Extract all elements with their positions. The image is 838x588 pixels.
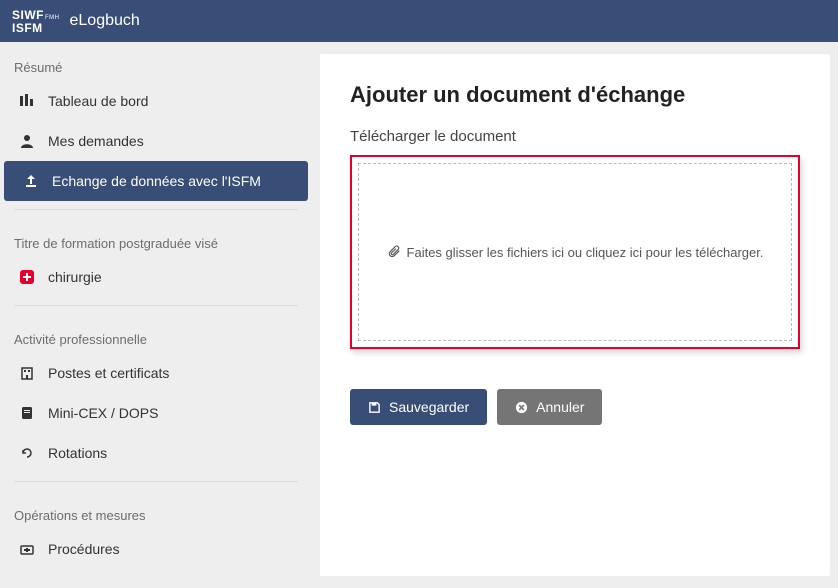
- sidebar-item-data-exchange[interactable]: Echange de données avec l'ISFM: [4, 161, 308, 201]
- logo-subtext: FMH: [45, 15, 60, 21]
- sidebar-item-label: Rotations: [48, 445, 107, 461]
- section-label-activity: Activité professionnelle: [0, 314, 312, 353]
- logo-text-2: ISFM: [12, 23, 60, 33]
- divider: [14, 209, 298, 210]
- sidebar-item-label: Tableau de bord: [48, 93, 148, 109]
- sidebar-item-dashboard[interactable]: Tableau de bord: [0, 81, 312, 121]
- sidebar-item-label: Echange de données avec l'ISFM: [52, 173, 261, 189]
- sidebar-item-procedures[interactable]: Procédures: [0, 529, 312, 569]
- medkit-icon: [18, 542, 36, 556]
- logo-text-1: SIWF: [12, 8, 44, 22]
- cancel-icon: [515, 401, 528, 414]
- section-label-operations: Opérations et mesures: [0, 490, 312, 529]
- app-header: SIWFFMH ISFM eLogbuch: [0, 0, 838, 42]
- sidebar-item-requests[interactable]: Mes demandes: [0, 121, 312, 161]
- main-content: Ajouter un document d'échange Télécharge…: [320, 54, 830, 576]
- building-icon: [18, 366, 36, 380]
- sidebar-item-minicex[interactable]: Mini-CEX / DOPS: [0, 393, 312, 433]
- sidebar-item-surgery[interactable]: chirurgie: [0, 257, 312, 297]
- plus-cross-icon: [18, 270, 36, 284]
- sidebar-item-label: Mini-CEX / DOPS: [48, 405, 158, 421]
- sidebar-item-rotations[interactable]: Rotations: [0, 433, 312, 473]
- paperclip-icon: [387, 244, 401, 261]
- sidebar-item-label: chirurgie: [48, 269, 102, 285]
- sidebar-item-label: Postes et certificats: [48, 365, 169, 381]
- cancel-button-label: Annuler: [536, 399, 584, 415]
- upload-dropzone[interactable]: Faites glisser les fichiers ici ou cliqu…: [358, 163, 792, 341]
- upload-highlight-frame: Faites glisser les fichiers ici ou cliqu…: [350, 155, 800, 349]
- section-label-title: Titre de formation postgraduée visé: [0, 218, 312, 257]
- brand-logo: SIWFFMH ISFM: [12, 10, 60, 33]
- save-button-label: Sauvegarder: [389, 399, 469, 415]
- sidebar-item-posts[interactable]: Postes et certificats: [0, 353, 312, 393]
- sidebar-item-label: Procédures: [48, 541, 120, 557]
- sidebar-item-label: Mes demandes: [48, 133, 144, 149]
- divider: [14, 481, 298, 482]
- user-icon: [18, 134, 36, 148]
- app-title: eLogbuch: [70, 12, 140, 30]
- upload-field-label: Télécharger le document: [350, 128, 800, 145]
- clipboard-icon: [18, 406, 36, 420]
- divider: [14, 305, 298, 306]
- cancel-button[interactable]: Annuler: [497, 389, 602, 425]
- sidebar: Résumé Tableau de bord Mes demandes Echa…: [0, 42, 312, 588]
- button-row: Sauvegarder Annuler: [350, 389, 800, 425]
- upload-hint-text: Faites glisser les fichiers ici ou cliqu…: [407, 245, 764, 260]
- section-label-resume: Résumé: [0, 42, 312, 81]
- rotate-icon: [18, 446, 36, 460]
- save-icon: [368, 401, 381, 414]
- upload-icon: [22, 174, 40, 188]
- dashboard-icon: [18, 94, 36, 108]
- page-title: Ajouter un document d'échange: [350, 82, 800, 108]
- save-button[interactable]: Sauvegarder: [350, 389, 487, 425]
